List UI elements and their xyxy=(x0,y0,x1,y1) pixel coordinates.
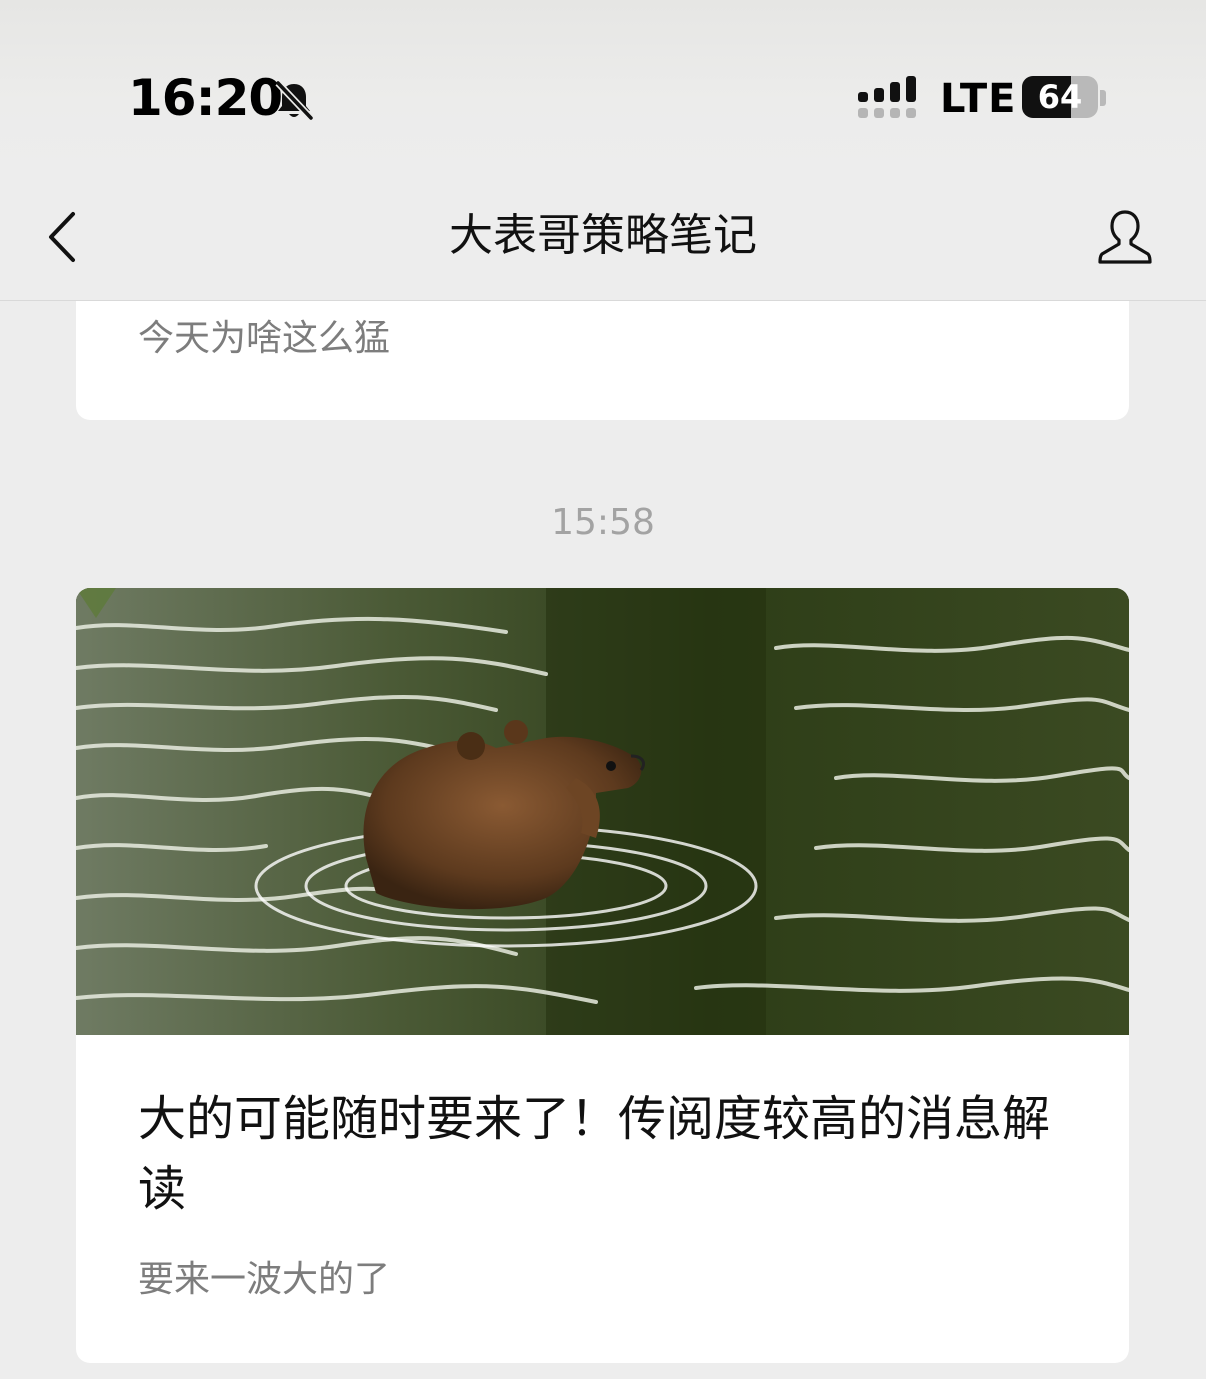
network-type: LTE xyxy=(940,76,1017,122)
bear-in-water-image xyxy=(76,588,1129,1035)
bell-slash-icon xyxy=(275,80,314,121)
battery-tip xyxy=(1100,90,1106,106)
back-button[interactable] xyxy=(40,202,90,272)
page-title: 大表哥策略笔记 xyxy=(449,210,757,261)
status-bar: 16:20 LTE 64 xyxy=(0,0,1206,170)
profile-button[interactable] xyxy=(1094,206,1156,268)
status-time: 16:20 xyxy=(128,69,283,127)
signal-icon xyxy=(858,76,916,118)
article-card[interactable]: 大的可能随时要来了！传阅度较高的消息解读 要来一波大的了 xyxy=(76,588,1129,1363)
battery-percent: 64 xyxy=(1037,78,1083,116)
article-title: 大的可能随时要来了！传阅度较高的消息解读 xyxy=(138,1091,1051,1217)
person-icon xyxy=(1098,210,1152,264)
battery-icon: 64 xyxy=(1022,76,1098,118)
previous-article-card[interactable]: 今天为啥这么猛 xyxy=(76,301,1129,420)
article-cover-image xyxy=(76,588,1129,1035)
navigation-bar: 大表哥策略笔记 xyxy=(0,170,1206,301)
article-summary: 要来一波大的了 xyxy=(138,1259,391,1300)
message-timestamp: 15:58 xyxy=(551,502,655,543)
previous-article-summary: 今天为啥这么猛 xyxy=(138,318,391,359)
